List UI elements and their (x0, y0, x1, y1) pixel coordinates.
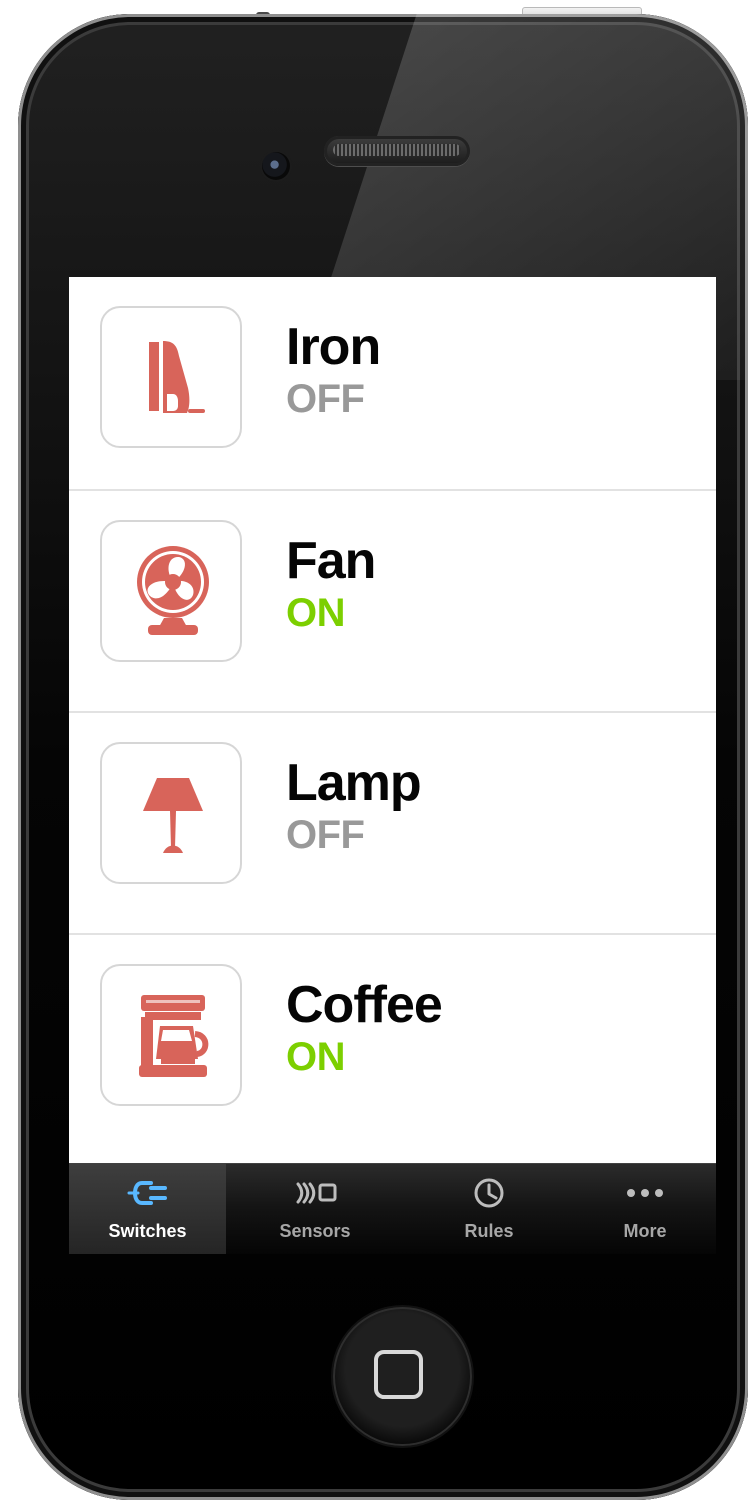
tab-bar: Switches Sensors Rules More (69, 1163, 716, 1254)
device-name: Lamp (286, 754, 422, 812)
home-button[interactable] (333, 1307, 472, 1446)
tab-more[interactable]: More (574, 1164, 716, 1254)
device-status: OFF (286, 377, 365, 421)
device-row-fan[interactable]: Fan ON (69, 491, 716, 713)
tab-label: Rules (464, 1221, 514, 1241)
device-icon-box (100, 520, 242, 662)
earpiece-speaker (324, 136, 470, 166)
tab-switches[interactable]: Switches (69, 1164, 226, 1254)
front-camera (262, 152, 290, 180)
home-square-icon (374, 1350, 423, 1399)
more-dots-icon (623, 1176, 667, 1210)
device-status: ON (286, 591, 346, 635)
phone-frame: Iron OFF Fan ON Lamp OFF Coffee ON Switc… (18, 14, 748, 1500)
coffee-maker-icon (139, 995, 209, 1077)
tab-label: Switches (108, 1221, 187, 1241)
clock-icon (467, 1176, 511, 1210)
device-row-lamp[interactable]: Lamp OFF (69, 713, 716, 935)
lamp-icon (143, 778, 203, 853)
sensor-icon (293, 1176, 337, 1210)
tab-sensors[interactable]: Sensors (235, 1164, 395, 1254)
screenshot-stage: Iron OFF Fan ON Lamp OFF Coffee ON Switc… (0, 0, 748, 1503)
tab-rules[interactable]: Rules (409, 1164, 569, 1254)
tab-label: Sensors (279, 1221, 351, 1241)
iron-icon (149, 341, 205, 413)
fan-icon (137, 546, 209, 635)
device-row-coffee[interactable]: Coffee ON (69, 935, 716, 1155)
plug-icon (126, 1176, 170, 1210)
app-screen: Iron OFF Fan ON Lamp OFF Coffee ON Switc… (69, 277, 716, 1254)
device-icon-box (100, 306, 242, 448)
device-name: Coffee (286, 976, 443, 1034)
device-name: Iron (286, 318, 381, 376)
device-status: ON (286, 1035, 346, 1079)
tab-label: More (623, 1221, 667, 1241)
device-icon-box (100, 742, 242, 884)
device-name: Fan (286, 532, 376, 590)
device-row-iron[interactable]: Iron OFF (69, 277, 716, 491)
device-icon-box (100, 964, 242, 1106)
device-status: OFF (286, 813, 365, 857)
